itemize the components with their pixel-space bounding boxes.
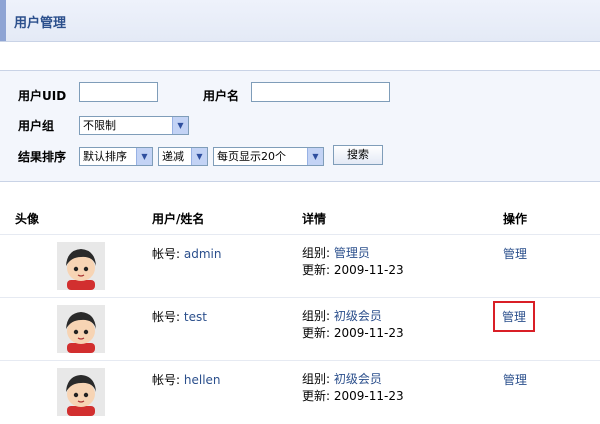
header-accent-bar: [0, 0, 6, 41]
column-header-details: 详情: [302, 212, 327, 226]
sort-label: 结果排序: [18, 150, 67, 164]
chevron-down-icon: ▼: [191, 148, 207, 165]
column-header-user: 用户/姓名: [152, 212, 205, 226]
order-select-value: 递减: [162, 150, 184, 163]
manage-link[interactable]: 管理: [492, 301, 536, 332]
column-header-avatar: 头像: [15, 212, 40, 226]
order-select[interactable]: 递减 ▼: [158, 147, 208, 166]
account-label: 帐号:: [152, 310, 181, 324]
account-info: 帐号: test: [152, 308, 207, 325]
group-select[interactable]: 不限制 ▼: [79, 116, 189, 135]
cartoon-avatar-icon: [57, 305, 105, 353]
account-info: 帐号: admin: [152, 245, 221, 262]
details: 组别: 初级会员 更新: 2009-11-23: [302, 308, 404, 342]
account-link[interactable]: admin: [184, 247, 222, 261]
group-select-value: 不限制: [83, 119, 116, 132]
group-label: 用户组: [18, 119, 55, 133]
perpage-select-value: 每页显示20个: [217, 150, 286, 163]
table-row: 帐号: test 组别: 初级会员 更新: 2009-11-23 管理: [0, 297, 600, 361]
group-label: 组别:: [302, 372, 331, 386]
username-label: 用户名: [203, 89, 240, 103]
group-label: 组别:: [302, 309, 331, 323]
update-label: 更新:: [302, 326, 331, 340]
cartoon-avatar-icon: [57, 368, 105, 416]
chevron-down-icon: ▼: [136, 148, 152, 165]
details: 组别: 初级会员 更新: 2009-11-23: [302, 371, 404, 405]
chevron-down-icon: ▼: [307, 148, 323, 165]
group-link[interactable]: 初级会员: [334, 372, 382, 386]
details: 组别: 管理员 更新: 2009-11-23: [302, 245, 404, 279]
account-link[interactable]: hellen: [184, 373, 221, 387]
chevron-down-icon: ▼: [172, 117, 188, 134]
update-date: 2009-11-23: [333, 263, 404, 277]
search-button[interactable]: 搜索: [333, 145, 383, 165]
manage-link[interactable]: 管理: [503, 371, 527, 388]
uid-input[interactable]: [79, 82, 158, 102]
table-row: 帐号: hellen 组别: 初级会员 更新: 2009-11-23 管理: [0, 360, 600, 424]
cartoon-avatar-icon: [57, 242, 105, 290]
update-label: 更新:: [302, 263, 331, 277]
page-title: 用户管理: [14, 16, 67, 31]
page-header: 用户管理: [0, 0, 600, 42]
table-row: 帐号: admin 组别: 管理员 更新: 2009-11-23 管理: [0, 234, 600, 298]
sort-select[interactable]: 默认排序 ▼: [79, 147, 153, 166]
uid-label: 用户UID: [18, 89, 67, 103]
update-label: 更新:: [302, 389, 331, 403]
column-header-actions: 操作: [503, 212, 528, 226]
group-link[interactable]: 管理员: [334, 246, 370, 260]
update-date: 2009-11-23: [333, 389, 404, 403]
update-date: 2009-11-23: [333, 326, 404, 340]
manage-link[interactable]: 管理: [503, 245, 527, 262]
group-link[interactable]: 初级会员: [334, 309, 382, 323]
account-label: 帐号:: [152, 247, 181, 261]
account-label: 帐号:: [152, 373, 181, 387]
account-link[interactable]: test: [184, 310, 207, 324]
group-label: 组别:: [302, 246, 331, 260]
sort-select-value: 默认排序: [83, 150, 127, 163]
search-panel: 用户UID 用户名 用户组 不限制 ▼ 结果排序 默认排序 ▼ 递减 ▼ 每页显…: [0, 70, 600, 182]
perpage-select[interactable]: 每页显示20个 ▼: [213, 147, 324, 166]
username-input[interactable]: [251, 82, 390, 102]
account-info: 帐号: hellen: [152, 371, 221, 388]
